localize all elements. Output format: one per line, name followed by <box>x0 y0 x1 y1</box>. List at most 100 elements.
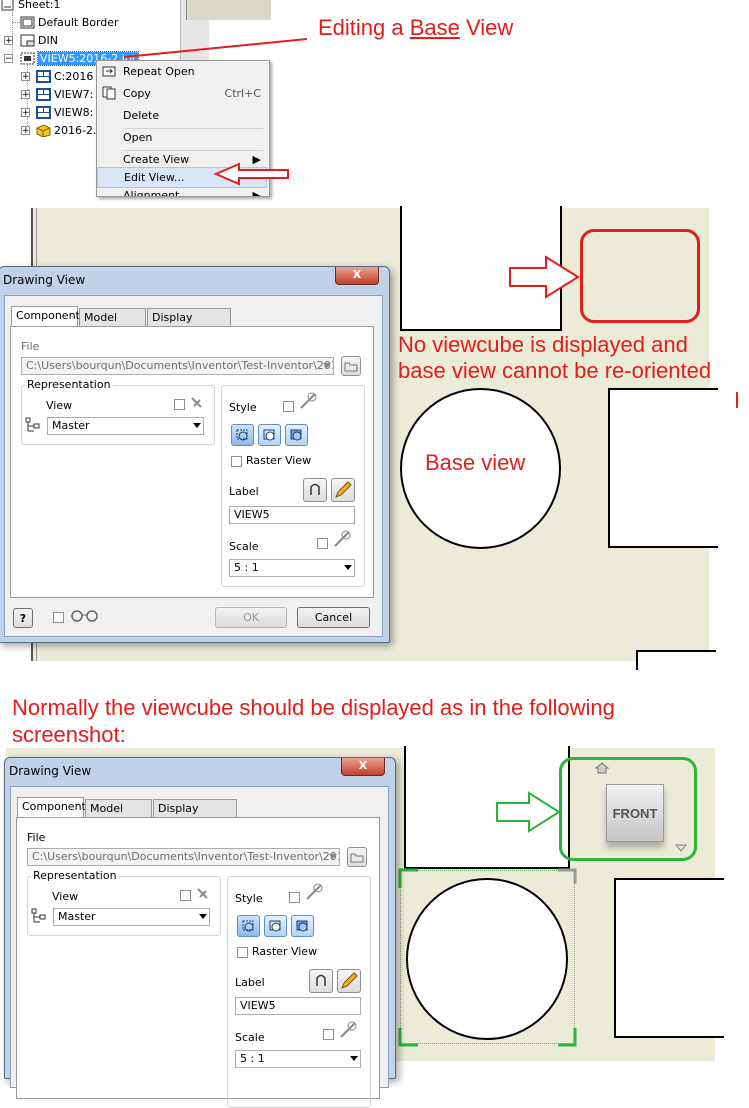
missing-viewcube-highlight <box>580 229 700 323</box>
chevron-down-icon <box>323 363 331 368</box>
style-link-icon <box>304 882 326 905</box>
viewcube-menu-icon[interactable] <box>674 838 688 857</box>
label-label: Label <box>235 976 265 989</box>
scale-label: Scale <box>229 540 259 553</box>
cancel-button[interactable]: Cancel <box>297 607 370 628</box>
design-view-icon <box>25 417 41 436</box>
annotation-text: screenshot: <box>12 722 126 747</box>
scale-link-icon <box>338 1020 360 1043</box>
file-path-field[interactable]: C:\Users\bourqun\Documents\Inventor\Test… <box>21 357 334 375</box>
folder-icon <box>350 853 364 863</box>
label-label: Label <box>229 485 259 498</box>
green-right-arrow-icon <box>496 791 561 833</box>
sheet-view-right-box[interactable] <box>608 388 718 548</box>
home-view-icon[interactable] <box>594 760 610 779</box>
pencil-icon <box>335 481 352 498</box>
style-link-icon <box>298 391 320 414</box>
raster-view-label: Raster View <box>246 454 312 467</box>
scale-lock-checkbox[interactable] <box>317 538 328 549</box>
base-view-circle[interactable] <box>406 878 568 1040</box>
pointer-line <box>123 38 308 58</box>
scale-link-icon <box>332 529 354 552</box>
tab-model-state[interactable]: Model State <box>79 308 146 341</box>
label-field[interactable]: VIEW5 <box>229 506 355 524</box>
annotation-text: Normally the viewcube should be displaye… <box>12 695 615 720</box>
ok-button[interactable]: OK <box>215 607 287 628</box>
annotation-text: base view cannot be re-oriented <box>398 358 712 383</box>
file-label: File <box>21 340 40 353</box>
style-lock-checkbox[interactable] <box>289 892 300 903</box>
view-lock-checkbox[interactable] <box>180 890 191 901</box>
no-viewcube-annotation: No viewcube is displayed and base view c… <box>398 332 711 384</box>
tab-component[interactable]: Component <box>17 797 86 817</box>
shaded-style-button[interactable] <box>291 915 314 937</box>
chevron-down-icon <box>329 854 337 859</box>
label-visibility-button[interactable] <box>309 969 333 993</box>
hidden-line-icon <box>236 429 248 441</box>
annotation-text: No viewcube is displayed and <box>398 332 688 357</box>
label-visibility-button[interactable] <box>303 478 327 502</box>
style-label: Style <box>235 892 263 905</box>
representation-group <box>27 876 221 936</box>
chevron-down-icon <box>199 914 207 919</box>
help-button[interactable]: ? <box>13 608 33 628</box>
shaded-icon <box>296 920 308 932</box>
chevron-down-icon <box>350 1056 358 1061</box>
tab-model-state[interactable]: Model State <box>85 799 152 832</box>
edit-label-button[interactable] <box>337 969 361 993</box>
raster-view-checkbox[interactable] <box>237 947 248 958</box>
annotation-arrows-top <box>123 38 308 186</box>
raster-view-label: Raster View <box>252 945 318 958</box>
browse-folder-button[interactable] <box>341 356 361 376</box>
chevron-down-icon <box>193 423 201 428</box>
view-dropdown-value: Master <box>52 419 90 432</box>
hidden-line-style-button[interactable] <box>237 915 260 937</box>
view-label: View <box>46 399 73 412</box>
sheet-view-right-box[interactable] <box>614 878 724 1038</box>
file-path-text: C:\Users\bourqun\Documents\Inventor\Test… <box>32 850 340 863</box>
representation-group <box>21 385 215 445</box>
drawing-view-dialog: Drawing View X Component Model State Dis… <box>0 266 390 643</box>
style-lock-checkbox[interactable] <box>283 401 294 412</box>
tab-display-options[interactable]: Display Options <box>147 308 231 341</box>
file-path-field[interactable]: C:\Users\bourqun\Documents\Inventor\Test… <box>27 848 340 866</box>
tab-display-options[interactable]: Display Options <box>153 799 237 832</box>
dialog-body: Component Model State Display Options Fi… <box>10 786 389 1108</box>
viewcube[interactable]: FRONT <box>606 784 664 842</box>
raster-view-checkbox[interactable] <box>231 456 242 467</box>
view-dropdown[interactable]: Master <box>47 417 204 435</box>
scale-label: Scale <box>235 1031 265 1044</box>
hidden-line-style-button[interactable] <box>231 424 254 446</box>
browse-folder-button[interactable] <box>347 847 367 867</box>
representation-label: Representation <box>25 378 113 391</box>
chevron-down-icon <box>344 565 352 570</box>
label-field-value: VIEW5 <box>234 508 270 521</box>
sheet-view-bottom-box[interactable] <box>636 650 716 670</box>
shaded-style-button[interactable] <box>285 424 308 446</box>
edit-label-button[interactable] <box>331 478 355 502</box>
scale-dropdown-value: 5 : 1 <box>234 561 259 574</box>
shaded-icon <box>290 429 302 441</box>
drawing-view-dialog-normal: Drawing View X Component Model State Dis… <box>4 757 396 1108</box>
view-dropdown[interactable]: Master <box>53 908 210 926</box>
close-button[interactable]: X <box>341 758 385 776</box>
style-label: Style <box>229 401 257 414</box>
associative-link-icon <box>195 886 211 905</box>
label-field[interactable]: VIEW5 <box>235 997 361 1015</box>
scale-dropdown[interactable]: 5 : 1 <box>229 559 355 577</box>
file-label: File <box>27 831 46 844</box>
view-lock-checkbox[interactable] <box>174 399 185 410</box>
preview-checkbox[interactable] <box>53 612 64 623</box>
hidden-line-removed-icon <box>269 920 281 932</box>
associative-link-icon <box>189 395 205 414</box>
design-view-icon <box>31 908 47 927</box>
tab-component[interactable]: Component <box>11 306 80 326</box>
view-dropdown-value: Master <box>58 910 96 923</box>
scale-dropdown[interactable]: 5 : 1 <box>235 1050 361 1068</box>
scale-dropdown-value: 5 : 1 <box>240 1052 265 1065</box>
hidden-line-removed-style-button[interactable] <box>258 424 281 446</box>
scale-lock-checkbox[interactable] <box>323 1029 334 1040</box>
hidden-line-removed-style-button[interactable] <box>264 915 287 937</box>
close-button[interactable]: X <box>335 267 379 285</box>
component-panel: File C:\Users\bourqun\Documents\Inventor… <box>16 817 380 1108</box>
